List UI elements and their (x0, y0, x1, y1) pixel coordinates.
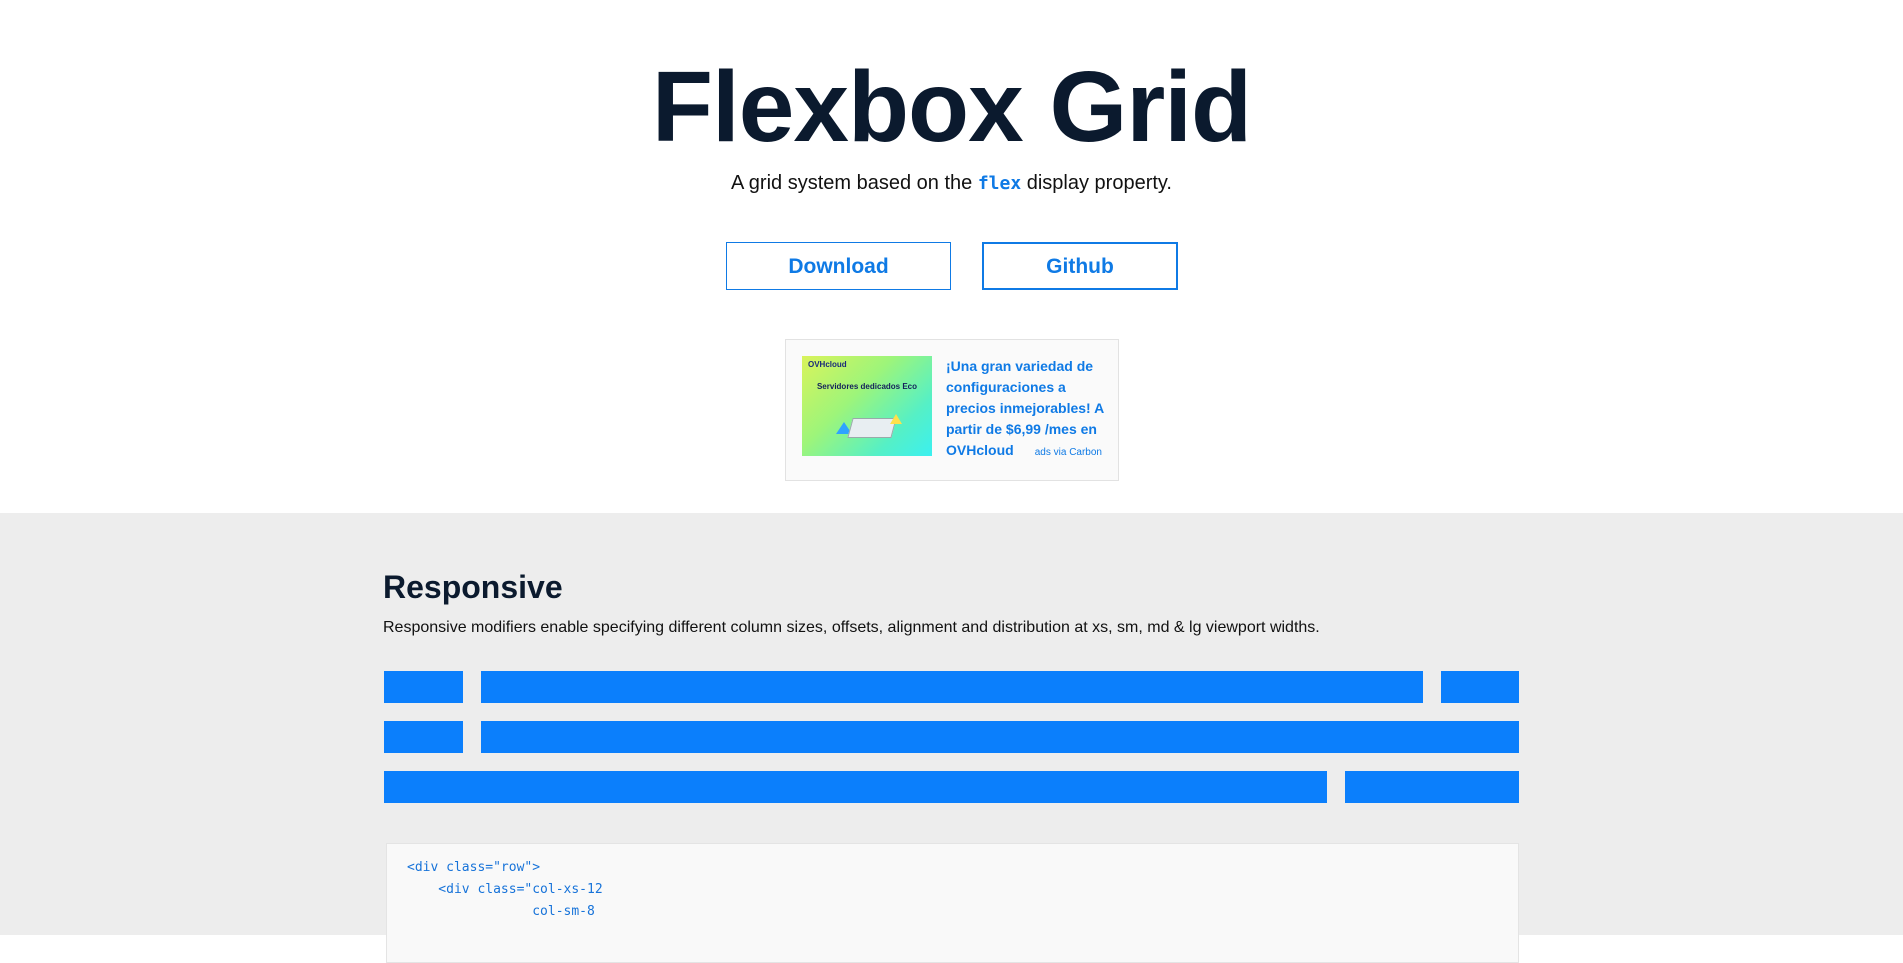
download-button[interactable]: Download (726, 242, 951, 290)
subtitle-code: flex (977, 173, 1022, 194)
page-title: Flexbox Grid (651, 51, 1252, 163)
subtitle-text-start: A grid system based on the (731, 172, 978, 194)
page-subtitle: A grid system based on the flex display … (0, 170, 1903, 197)
code-example: <div class="row"> <div class="col-xs-12 … (386, 843, 1519, 963)
grid-column-demo (384, 771, 1327, 803)
hero-section: Flexbox Grid A grid system based on the … (0, 0, 1903, 513)
ad-via-link[interactable]: ads via Carbon (1035, 447, 1102, 458)
grid-column-demo (384, 671, 463, 703)
ad-image[interactable]: OVHcloud Servidores dedicados Eco (802, 356, 932, 456)
grid-column-demo (1345, 771, 1519, 803)
grid-column-demo (481, 721, 1519, 753)
grid-column-demo (481, 671, 1423, 703)
github-button[interactable]: Github (982, 242, 1178, 290)
code-line: <div class="col-xs-12 (407, 882, 603, 897)
responsive-section: Responsive Responsive modifiers enable s… (0, 513, 1903, 963)
ad-decoration-triangle-icon (890, 414, 902, 424)
subtitle-text-end: display property. (1021, 172, 1172, 194)
ad-image-caption: Servidores dedicados Eco (816, 382, 918, 391)
carbon-ad[interactable]: OVHcloud Servidores dedicados Eco ¡Una g… (785, 339, 1119, 481)
grid-column-demo (1441, 671, 1519, 703)
code-line: <div class="row"> (407, 860, 541, 875)
ad-logo: OVHcloud (808, 360, 847, 369)
section-description: Responsive modifiers enable specifying d… (383, 619, 1320, 636)
ad-link-text[interactable]: ¡Una gran variedad de configuraciones a … (946, 356, 1106, 461)
grid-column-demo (384, 721, 463, 753)
code-line: col-sm-8 (407, 904, 595, 919)
section-title: Responsive (383, 569, 563, 605)
